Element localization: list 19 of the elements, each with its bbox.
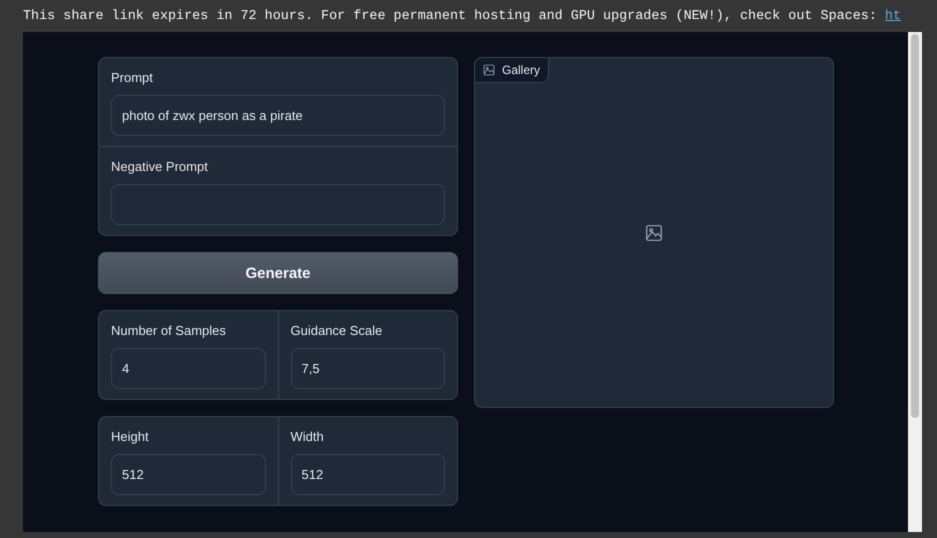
number-field[interactable]: 4 [111, 348, 266, 389]
image-icon [483, 64, 495, 76]
generate-button[interactable]: Generate [98, 252, 458, 294]
field-label: Guidance Scale [290, 323, 384, 339]
scrollbar[interactable] [908, 32, 922, 532]
image-placeholder-icon [645, 224, 663, 242]
share-link-notice: This share link expires in 72 hours. For free permanent hosting and GPU upgrades (NEW!), check out Spaces: [23, 8, 877, 24]
spaces-link[interactable]: ht [884, 8, 901, 24]
field-label: Number of Samples [111, 323, 227, 339]
field-label: Prompt [111, 70, 154, 86]
number-field[interactable]: 512 [290, 454, 445, 495]
field-label: Width [290, 429, 325, 445]
field-label: Height [111, 429, 150, 445]
prompt-field[interactable]: photo of zwx person as a pirate [111, 95, 445, 136]
field-label: Negative Prompt [111, 159, 209, 175]
gallery-label: Gallery [502, 63, 540, 77]
prompt-field[interactable] [111, 184, 445, 225]
number-field[interactable]: 512 [111, 454, 266, 495]
number-field[interactable]: 7,5 [290, 348, 445, 389]
